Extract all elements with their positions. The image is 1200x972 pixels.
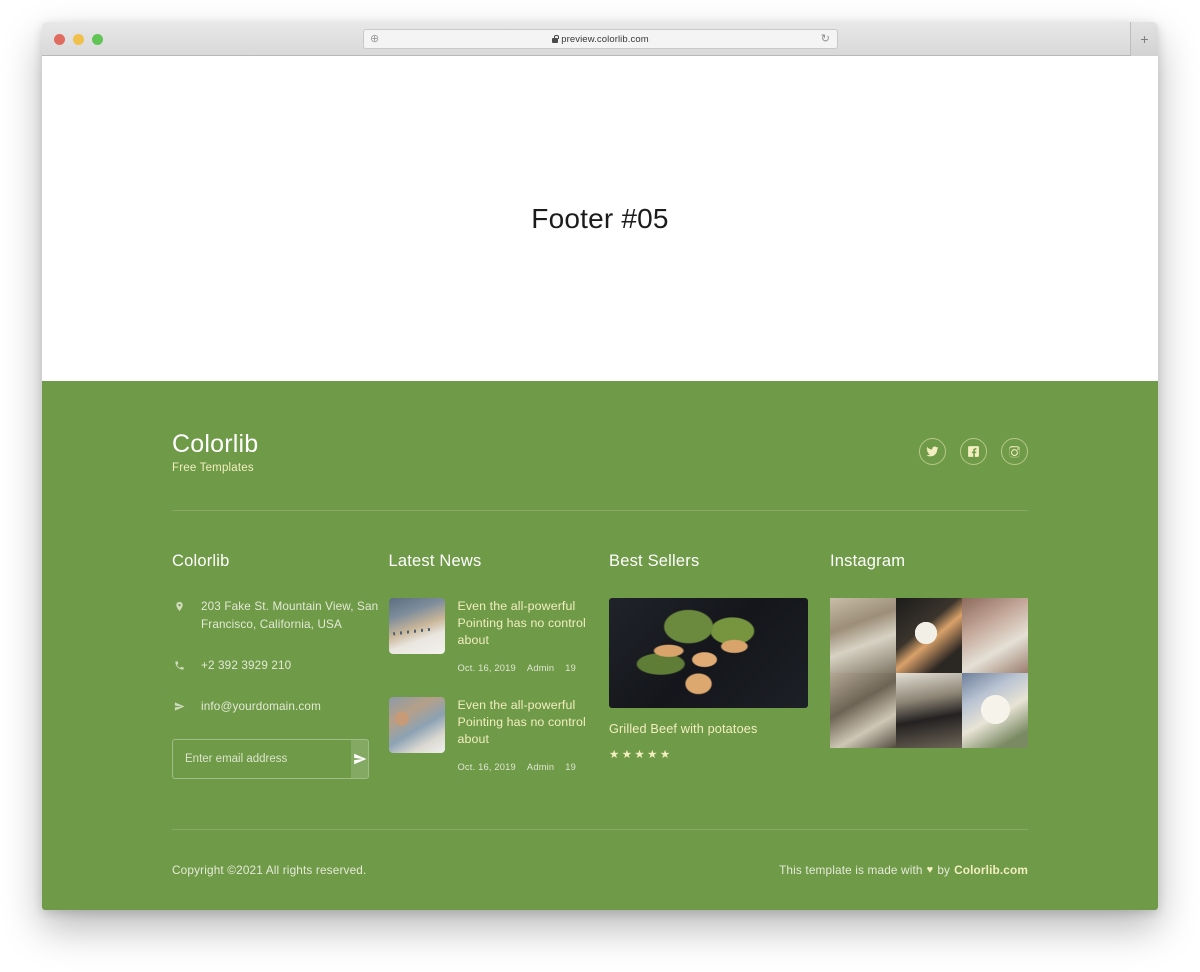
lock-icon xyxy=(552,35,559,43)
instagram-photo[interactable] xyxy=(830,672,896,748)
news-author: Admin xyxy=(526,662,555,673)
newsletter-form xyxy=(172,739,369,780)
news-thumbnail xyxy=(388,696,445,753)
news-comment-count: 19 xyxy=(565,662,577,673)
instagram-photo[interactable] xyxy=(830,597,896,673)
facebook-icon xyxy=(968,446,979,458)
reload-icon[interactable]: ↻ xyxy=(821,33,830,45)
colorlib-link[interactable]: Colorlib.com xyxy=(954,863,1028,877)
address-bar[interactable]: ⊕ preview.colorlib.com ↻ xyxy=(363,29,838,49)
newsletter-email-input[interactable] xyxy=(173,740,351,779)
news-list-item[interactable]: Even the all-powerful Pointing has no co… xyxy=(388,597,598,654)
brand-block: Colorlib Free Templates xyxy=(172,430,258,474)
url-text: preview.colorlib.com xyxy=(561,33,649,45)
social-links xyxy=(919,438,1028,466)
add-page-icon[interactable]: ⊕ xyxy=(370,33,379,45)
browser-chrome: ⊕ preview.colorlib.com ↻ + xyxy=(42,22,1158,56)
heart-icon: ♥ xyxy=(926,864,934,876)
made-with-prefix: This template is made with xyxy=(779,863,923,877)
news-date: Oct. 16, 2019 xyxy=(457,761,516,772)
news-item-meta: Oct. 16, 2019 Admin 19 xyxy=(458,762,598,772)
page-title: Footer #05 xyxy=(531,202,669,234)
contact-phone[interactable]: +2 392 3929 210 xyxy=(201,657,291,675)
instagram-grid xyxy=(830,597,1028,748)
phone-icon xyxy=(172,657,186,675)
column-title-contact: Colorlib xyxy=(172,551,230,570)
column-title-news: Latest News xyxy=(388,551,482,570)
footer-column-news: Latest News Even the all-powerful Pointi… xyxy=(388,551,598,796)
news-thumbnail xyxy=(388,597,445,654)
news-item-title[interactable]: Even the all-powerful Pointing has no co… xyxy=(458,697,598,753)
traffic-lights xyxy=(54,34,103,45)
instagram-photo[interactable] xyxy=(896,672,962,748)
made-with-by: by xyxy=(937,863,951,877)
paper-plane-icon xyxy=(353,754,366,765)
news-author: Admin xyxy=(526,761,555,772)
map-pin-icon xyxy=(172,598,186,634)
footer-column-best-sellers: Best Sellers Grilled Beef with potatoes … xyxy=(609,552,808,796)
brand-name: Colorlib xyxy=(172,430,259,458)
copyright-text: Copyright ©2021 All rights reserved. xyxy=(172,863,367,877)
contact-address: 203 Fake St. Mountain View, San Francisc… xyxy=(201,599,379,631)
brand-tagline: Free Templates xyxy=(172,461,254,474)
social-link-twitter[interactable] xyxy=(919,438,946,466)
best-seller-image[interactable] xyxy=(609,597,808,708)
site-footer: Colorlib Free Templates Colorlib 203 Fak… xyxy=(42,381,1158,910)
news-item-meta: Oct. 16, 2019 Admin 19 xyxy=(458,663,598,673)
hero-section: Footer #05 xyxy=(42,56,1158,381)
best-seller-name[interactable]: Grilled Beef with potatoes xyxy=(609,722,808,736)
url-text-wrap: preview.colorlib.com xyxy=(552,34,649,45)
footer-top-bar: Colorlib Free Templates xyxy=(172,381,1028,511)
column-title-best-sellers: Best Sellers xyxy=(609,551,700,570)
newsletter-submit-button[interactable] xyxy=(351,740,368,779)
best-seller-rating: ★★★★★ xyxy=(609,748,673,761)
browser-window: ⊕ preview.colorlib.com ↻ + Footer #05 Co… xyxy=(42,22,1158,910)
news-list-item[interactable]: Even the all-powerful Pointing has no co… xyxy=(388,696,598,753)
paper-plane-icon xyxy=(172,698,186,716)
footer-columns: Colorlib 203 Fake St. Mountain View, San… xyxy=(172,511,1028,796)
column-title-instagram: Instagram xyxy=(830,551,906,570)
social-link-facebook[interactable] xyxy=(960,438,987,466)
news-date: Oct. 16, 2019 xyxy=(457,662,516,673)
footer-column-instagram: Instagram xyxy=(830,552,1028,796)
social-link-instagram[interactable] xyxy=(1001,438,1028,466)
page-viewport: Footer #05 Colorlib Free Templates Color… xyxy=(42,56,1158,910)
news-comment-count: 19 xyxy=(565,761,577,772)
instagram-icon xyxy=(1009,446,1020,458)
contact-address-row: 203 Fake St. Mountain View, San Francisc… xyxy=(172,598,381,634)
minimize-window-button[interactable] xyxy=(73,34,84,45)
close-window-button[interactable] xyxy=(54,34,65,45)
twitter-icon xyxy=(926,446,939,457)
new-tab-button[interactable]: + xyxy=(1130,22,1158,56)
instagram-photo[interactable] xyxy=(962,672,1028,748)
instagram-photo[interactable] xyxy=(896,597,962,673)
contact-phone-row: +2 392 3929 210 xyxy=(172,657,381,675)
footer-column-contact: Colorlib 203 Fake St. Mountain View, San… xyxy=(172,552,381,796)
maximize-window-button[interactable] xyxy=(92,34,103,45)
news-item-title[interactable]: Even the all-powerful Pointing has no co… xyxy=(458,598,598,654)
contact-email-row: info@yourdomain.com xyxy=(172,698,381,716)
made-with-text: This template is made with ♥ by Colorlib… xyxy=(779,863,1028,877)
contact-email[interactable]: info@yourdomain.com xyxy=(201,698,321,716)
instagram-photo[interactable] xyxy=(962,597,1028,673)
footer-bottom-bar: Copyright ©2021 All rights reserved. Thi… xyxy=(172,829,1028,910)
